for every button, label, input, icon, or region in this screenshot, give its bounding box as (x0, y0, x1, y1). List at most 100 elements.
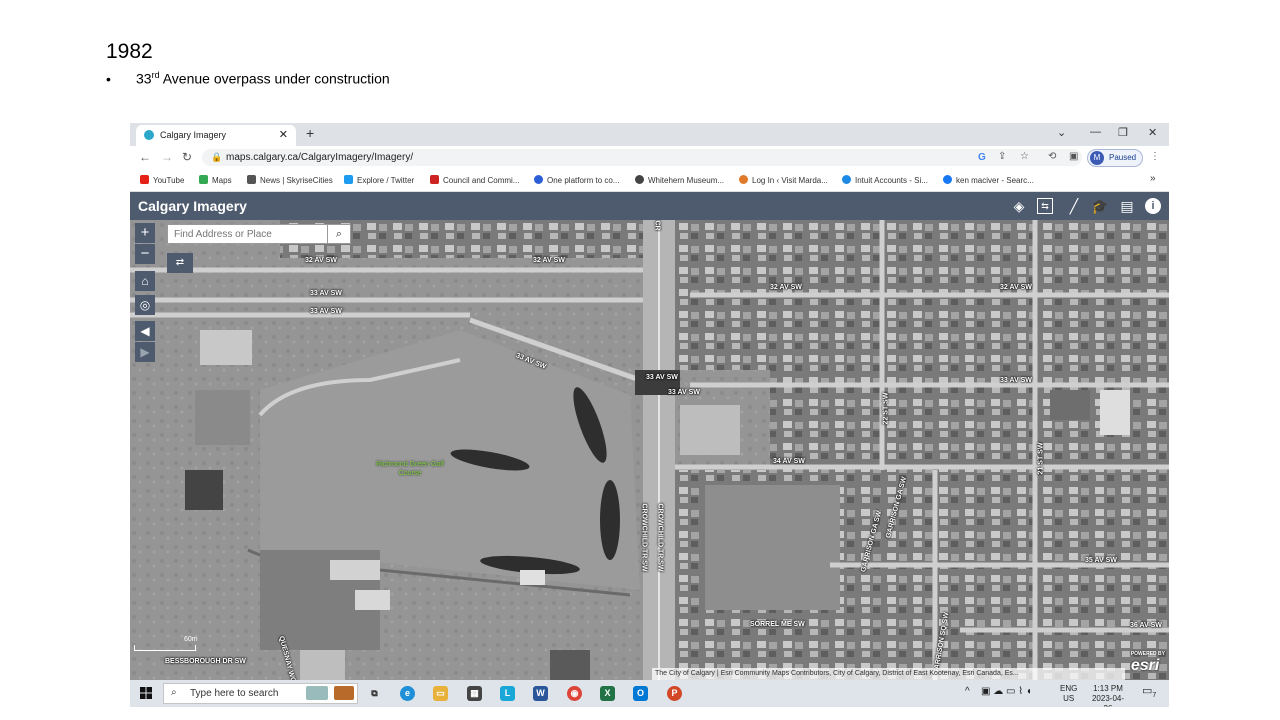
street-label: 32 AV SW (305, 257, 337, 264)
marda-icon (739, 175, 748, 184)
street-label: CROWCHILD TR SW (656, 503, 664, 572)
clock[interactable]: 1:13 PM 2023-04-26 (1088, 684, 1128, 707)
layers-icon[interactable]: ◈ (1010, 197, 1028, 215)
excel-icon[interactable]: X (600, 686, 615, 701)
google-icon[interactable]: G (978, 152, 986, 163)
outlook-icon[interactable]: O (633, 686, 648, 701)
info-icon[interactable]: i (1145, 198, 1161, 214)
search-input[interactable] (168, 225, 326, 243)
bookmark-star-icon[interactable]: ☆ (1020, 151, 1029, 162)
taskbar: ⌕ Type here to search ⧉ e ▭ ▦ L W ◉ X O … (130, 680, 1169, 707)
taskbar-search[interactable]: ⌕ Type here to search (163, 683, 358, 704)
bookmark-skyrise[interactable]: News | SkyriseCities (247, 175, 333, 185)
restore-icon[interactable]: ❐ (1118, 126, 1128, 139)
bookmark-youtube[interactable]: YouTube (140, 175, 184, 185)
minimize-icon[interactable]: — (1090, 126, 1101, 138)
bullet-text: Avenue overpass under construction (159, 70, 390, 87)
zoom-out-button[interactable]: − (135, 244, 155, 264)
bookmark-platform[interactable]: One platform to co... (534, 175, 619, 185)
next-extent-button[interactable]: ▶ (135, 342, 155, 362)
previous-extent-button[interactable]: ◀ (135, 321, 155, 341)
bookmark-council[interactable]: Council and Commi... (430, 175, 519, 185)
bookmark-maps[interactable]: Maps (199, 175, 232, 185)
tray-chevron-icon[interactable]: ^ (965, 687, 970, 697)
bookmark-marda[interactable]: Log In ‹ Visit Marda... (739, 175, 828, 185)
street-label: 33 AV SW (310, 290, 342, 297)
powerpoint-icon[interactable]: P (667, 686, 682, 701)
new-tab-icon[interactable]: + (306, 125, 314, 141)
esri-logo: POWERED BY esri (1131, 651, 1165, 675)
close-window-icon[interactable]: ✕ (1148, 126, 1157, 139)
menu-kebab-icon[interactable]: ⋮ (1150, 151, 1160, 162)
back-icon[interactable]: ← (139, 150, 151, 164)
profile-button[interactable]: M Paused (1087, 149, 1143, 167)
street-label: 21 ST SW (1037, 442, 1045, 475)
url-text: maps.calgary.ca/CalgaryImagery/Imagery/ (226, 152, 414, 163)
compare-icon[interactable]: ⇆ (1037, 198, 1053, 214)
word-icon[interactable]: W (533, 686, 548, 701)
share-icon[interactable]: ⇪ (998, 151, 1006, 162)
street-label: 36 AV SW (1130, 622, 1162, 629)
windows-start-icon[interactable] (140, 687, 152, 699)
facebook-icon (943, 175, 952, 184)
profile-status: Paused (1109, 153, 1137, 162)
youtube-icon (140, 175, 149, 184)
forward-icon[interactable]: → (161, 150, 173, 164)
address-bar: ← → ↻ 🔒 maps.calgary.ca/CalgaryImagery/I… (130, 146, 1169, 169)
taskbar-search-text: Type here to search (190, 688, 279, 699)
url-field[interactable]: 🔒 maps.calgary.ca/CalgaryImagery/Imagery… (202, 149, 1082, 166)
more-bookmarks-icon[interactable]: » (1150, 173, 1156, 184)
bullet-prefix: 33 (136, 70, 152, 87)
notification-icon[interactable]: ▭7 (1142, 685, 1156, 701)
extension-icon[interactable]: ⟲ (1048, 151, 1056, 162)
search-icon[interactable]: ⌕ (327, 225, 350, 243)
file-explorer-icon[interactable]: ▭ (433, 686, 448, 701)
store-icon[interactable]: ▦ (467, 686, 482, 701)
chrome-icon[interactable]: ◉ (567, 686, 582, 701)
language-indicator[interactable]: ENG US (1060, 684, 1077, 704)
search-highlight-icon (306, 686, 328, 700)
aerial-map[interactable]: + − ⌂ ◎ ◀ ▶ ⌕ ⇄ 32 AV SW 32 AV SW 33 AV … (130, 220, 1169, 680)
close-tab-icon[interactable]: ✕ (279, 128, 288, 141)
street-label: BESSBOROUGH DR SW (165, 658, 246, 665)
calgary-favicon-icon (144, 130, 154, 140)
avatar: M (1090, 151, 1104, 165)
app-header: Calgary Imagery ◈ ⇆ ╱ 🎓 ▤ i (130, 192, 1169, 220)
lock-icon: 🔒 (211, 152, 223, 162)
bookmark-whitehern[interactable]: Whitehern Museum... (635, 175, 724, 185)
browser-tab[interactable]: Calgary Imagery ✕ (136, 125, 296, 146)
bookmark-twitter[interactable]: Explore / Twitter (344, 175, 414, 185)
swipe-toggle-icon[interactable]: ⇄ (167, 253, 193, 273)
screenshot: Calgary Imagery ✕ + ⌄ — ❐ ✕ ← → ↻ 🔒 maps… (130, 123, 1169, 707)
tab-search-icon[interactable]: ⌄ (1057, 126, 1066, 139)
sidepanel-icon[interactable]: ▣ (1069, 151, 1078, 162)
print-icon[interactable]: ▤ (1118, 197, 1136, 215)
zoom-app-icon (534, 175, 543, 184)
measure-icon[interactable]: ╱ (1065, 197, 1083, 215)
street-label: 35 AV SW (1085, 557, 1117, 564)
slide-title: 1982 (106, 40, 153, 63)
attribution: The City of Calgary | Esri Community Map… (652, 668, 1125, 680)
street-label: 32 AV SW (770, 284, 802, 291)
street-label: 34 AV SW (773, 458, 805, 465)
edge-icon[interactable]: e (400, 686, 415, 701)
home-button[interactable]: ⌂ (135, 271, 155, 291)
zoom-in-button[interactable]: + (135, 223, 155, 243)
tab-bar: Calgary Imagery ✕ + ⌄ — ❐ ✕ (130, 123, 1169, 146)
app-title: Calgary Imagery (138, 198, 247, 214)
locate-button[interactable]: ◎ (135, 295, 155, 315)
bookmark-facebook[interactable]: ken maciver - Searc... (943, 175, 1034, 185)
bookmark-intuit[interactable]: Intuit Accounts - Si... (842, 175, 928, 185)
street-label: 32 AV SW (1000, 284, 1032, 291)
l-app-icon[interactable]: L (500, 686, 515, 701)
slide-bullet: • 33rd Avenue overpass under construction (106, 70, 390, 87)
golf-course-label: Richmond Green Golf Course (376, 461, 444, 477)
tray-apps-icon[interactable]: ▣ ☁ ▭ ⌇ ◖ (981, 687, 1032, 697)
education-icon[interactable]: 🎓 (1091, 197, 1109, 215)
task-view-icon[interactable]: ⧉ (367, 686, 382, 701)
reload-icon[interactable]: ↻ (182, 150, 192, 164)
bullet-sup: rd (151, 70, 160, 80)
street-label: 33 AV SW (646, 374, 678, 381)
street-label: CR (653, 220, 661, 231)
tab-title: Calgary Imagery (160, 130, 227, 140)
